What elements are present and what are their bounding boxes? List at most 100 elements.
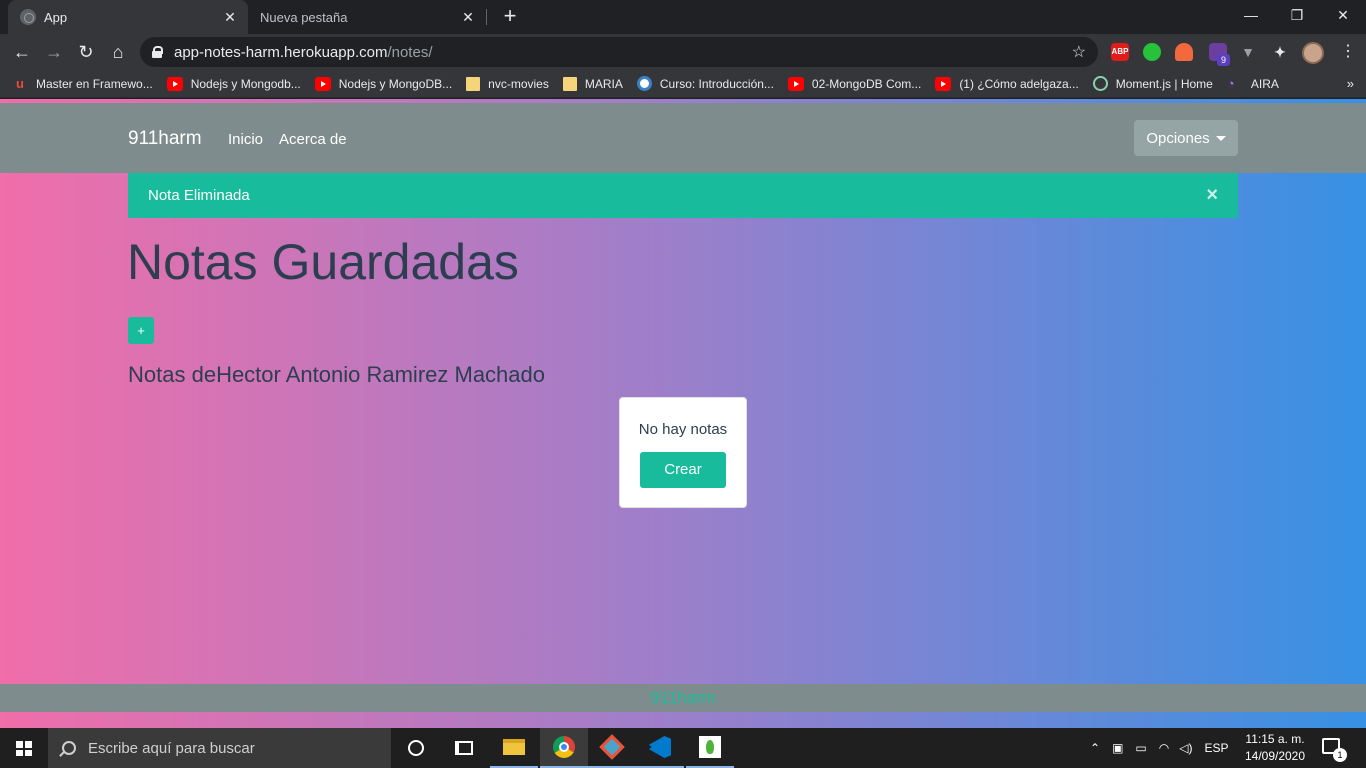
thumbs-up-extension-icon[interactable] bbox=[1143, 43, 1161, 61]
bookmark-item[interactable]: Nodejs y MongoDB... bbox=[314, 76, 453, 91]
file-explorer-button[interactable] bbox=[490, 728, 538, 768]
home-icon[interactable]: ⌂ bbox=[104, 38, 132, 66]
volume-icon[interactable]: ◁) bbox=[1179, 741, 1192, 755]
nav-link-home[interactable]: Inicio bbox=[228, 131, 263, 148]
task-view-button[interactable] bbox=[440, 728, 488, 768]
restore-icon[interactable]: ❐ bbox=[1274, 0, 1320, 30]
create-note-button[interactable]: Crear bbox=[640, 452, 726, 488]
new-tab-button[interactable]: + bbox=[498, 5, 522, 29]
navbar-brand[interactable]: 911harm bbox=[128, 128, 202, 150]
clock-date: 14/09/2020 bbox=[1244, 749, 1306, 763]
bookmark-label: Master en Framewo... bbox=[36, 76, 153, 91]
forward-icon[interactable]: → bbox=[40, 38, 68, 66]
chrome-icon bbox=[553, 736, 575, 758]
options-dropdown-button[interactable]: Opciones bbox=[1134, 120, 1238, 156]
globe-icon bbox=[20, 9, 36, 25]
chevron-up-icon[interactable]: ⌃ bbox=[1090, 741, 1100, 755]
udemy-icon: u bbox=[16, 75, 24, 91]
mongodb-taskbar-button[interactable] bbox=[686, 728, 734, 768]
bookmark-star-icon[interactable]: ☆ bbox=[1072, 42, 1086, 62]
reload-icon[interactable]: ↻ bbox=[72, 38, 100, 66]
taskbar-search[interactable]: Escribe aquí para buscar bbox=[48, 728, 391, 768]
back-icon[interactable]: ← bbox=[8, 38, 36, 66]
owner-prefix: Notas de bbox=[128, 362, 217, 387]
adblock-plus-icon[interactable]: ABP bbox=[1111, 43, 1129, 61]
folder-icon bbox=[466, 76, 481, 91]
bookmark-item[interactable]: 02-MongoDB Com... bbox=[787, 76, 922, 91]
bookmark-label: Moment.js | Home bbox=[1115, 76, 1213, 91]
tray-icons: ⌃ ▣ ▭ ◠ ◁) ESP bbox=[1090, 728, 1228, 768]
caret-down-icon bbox=[1215, 135, 1226, 141]
chrome-taskbar-button[interactable] bbox=[540, 728, 588, 768]
bookmark-label: Curso: Introducción... bbox=[659, 76, 774, 91]
bookmark-item[interactable]: Curso: Introducción... bbox=[636, 76, 774, 91]
tab-title: App bbox=[44, 9, 68, 25]
notification-badge: 1 bbox=[1333, 748, 1347, 762]
empty-notes-card: No hay notas Crear bbox=[619, 397, 747, 508]
cortana-button[interactable] bbox=[392, 728, 440, 768]
youtube-icon bbox=[166, 76, 183, 91]
close-tab-icon[interactable]: ✕ bbox=[460, 9, 476, 25]
language-indicator[interactable]: ESP bbox=[1204, 741, 1228, 755]
url-path: /notes/ bbox=[387, 43, 433, 61]
close-window-icon[interactable]: ✕ bbox=[1320, 0, 1366, 30]
wifi-icon[interactable]: ◠ bbox=[1159, 741, 1169, 755]
folder-icon bbox=[503, 739, 525, 755]
bookmark-label: MARIA bbox=[584, 76, 623, 91]
bookmark-folder[interactable]: nvc-movies bbox=[466, 76, 549, 91]
bookmark-item[interactable]: ◔ AIRA bbox=[1227, 76, 1279, 91]
battery-icon[interactable]: ▭ bbox=[1135, 741, 1146, 755]
search-placeholder: Escribe aquí para buscar bbox=[88, 739, 255, 757]
extension-badge: 9 bbox=[1217, 54, 1230, 66]
app-navbar: 911harm Inicio Acerca de Opciones bbox=[0, 103, 1366, 173]
address-bar[interactable]: app-notes-harm.herokuapp.com/notes/ ☆ bbox=[140, 37, 1098, 67]
folder-icon bbox=[562, 76, 577, 91]
more-bookmarks-icon[interactable]: » bbox=[1347, 76, 1354, 91]
footer-brand: 911harm bbox=[650, 688, 716, 707]
empty-message: No hay notas bbox=[638, 421, 728, 438]
bookmark-label: Nodejs y MongoDB... bbox=[338, 76, 453, 91]
alert-message: Nota Eliminada bbox=[148, 187, 250, 204]
nav-link-about[interactable]: Acerca de bbox=[279, 131, 347, 148]
close-tab-icon[interactable]: ✕ bbox=[222, 9, 238, 25]
git-taskbar-button[interactable] bbox=[588, 728, 636, 768]
page-content: 911harm Inicio Acerca de Opciones Nota E… bbox=[0, 99, 1366, 728]
tab-app[interactable]: App ✕ bbox=[8, 0, 248, 34]
success-alert: Nota Eliminada × bbox=[128, 173, 1238, 218]
youtube-icon bbox=[935, 76, 952, 91]
task-view-icon bbox=[455, 741, 473, 755]
start-button[interactable] bbox=[0, 728, 48, 768]
tab-new-tab[interactable]: Nueva pestaña ✕ bbox=[248, 0, 486, 34]
mongodb-icon bbox=[699, 736, 721, 758]
lock-icon bbox=[152, 46, 163, 58]
bookmark-item[interactable]: Moment.js | Home bbox=[1092, 76, 1213, 91]
youtube-icon bbox=[314, 76, 331, 91]
lighthouse-extension-icon[interactable] bbox=[1175, 43, 1193, 61]
search-icon bbox=[62, 741, 76, 755]
kebab-menu-icon[interactable]: ⋮ bbox=[1338, 42, 1358, 62]
bookmark-label: 02-MongoDB Com... bbox=[811, 76, 922, 91]
bookmark-item[interactable]: Nodejs y Mongodb... bbox=[166, 76, 301, 91]
cortana-icon bbox=[408, 740, 424, 756]
tab-separator bbox=[486, 9, 487, 25]
bookmark-item[interactable]: u Master en Framewo... bbox=[12, 75, 153, 91]
minimize-icon[interactable]: — bbox=[1228, 0, 1274, 30]
tab-strip: App ✕ Nueva pestaña ✕ + — ❐ ✕ bbox=[0, 0, 1366, 34]
clock-icon bbox=[1092, 76, 1108, 91]
taskbar-clock[interactable]: 11:15 a. m. 14/09/2020 bbox=[1240, 731, 1310, 765]
page-title: Notas Guardadas bbox=[127, 234, 519, 290]
close-icon[interactable]: × bbox=[1206, 184, 1218, 206]
bookmark-folder[interactable]: MARIA bbox=[562, 76, 623, 91]
add-note-button[interactable]: + bbox=[128, 317, 154, 344]
tab-title: Nueva pestaña bbox=[260, 9, 348, 25]
profile-avatar[interactable] bbox=[1302, 42, 1324, 64]
owner-name: Hector Antonio Ramirez Machado bbox=[216, 362, 545, 387]
browser-toolbar: ← → ↻ ⌂ app-notes-harm.herokuapp.com/not… bbox=[0, 34, 1366, 70]
vue-devtools-icon[interactable]: ▼ bbox=[1239, 43, 1257, 61]
vscode-taskbar-button[interactable] bbox=[636, 728, 684, 768]
bookmark-item[interactable]: (1) ¿Cómo adelgaza... bbox=[935, 76, 1079, 91]
app-footer: 911harm bbox=[0, 684, 1366, 712]
windows-taskbar: Escribe aquí para buscar ⌃ ▣ ▭ ◠ ◁) ESP … bbox=[0, 728, 1366, 768]
extensions-puzzle-icon[interactable]: ✦ bbox=[1271, 43, 1289, 61]
network-alert-icon[interactable]: ▣ bbox=[1112, 741, 1123, 755]
